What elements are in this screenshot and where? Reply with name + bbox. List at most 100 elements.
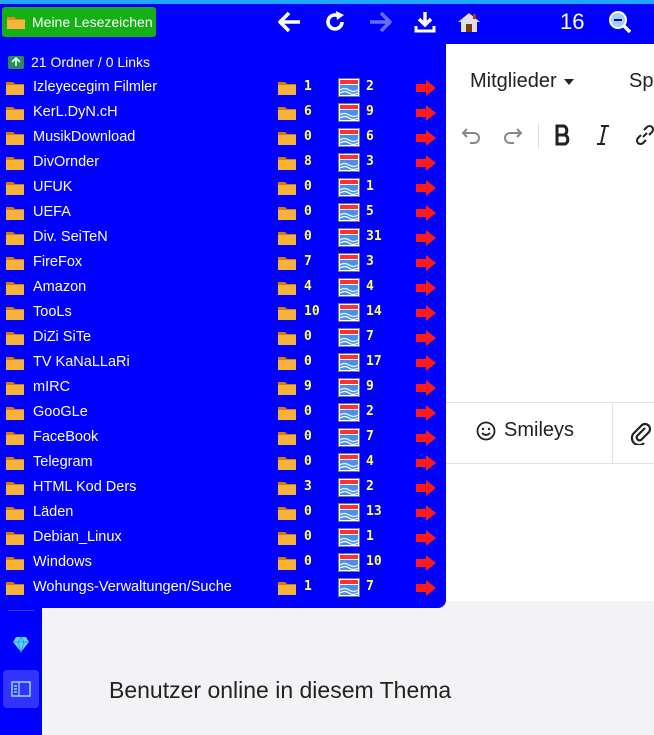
links-icon: [338, 403, 360, 426]
reload-icon[interactable]: [321, 8, 349, 36]
folder-icon: [5, 530, 25, 550]
folder-row[interactable]: Wohungs-Verwaltungen/Suche 1 7: [0, 575, 446, 600]
folder-row[interactable]: UEFA 0 5: [0, 200, 446, 225]
subfolder-icon: [277, 155, 297, 175]
open-arrow-icon[interactable]: [415, 529, 437, 551]
link-count: 14: [366, 304, 382, 319]
back-arrow-icon[interactable]: [276, 8, 304, 36]
open-arrow-icon[interactable]: [415, 454, 437, 476]
members-menu[interactable]: Mitglieder: [470, 70, 575, 93]
folder-row[interactable]: Debian_Linux 0 1: [0, 525, 446, 550]
bookmarks-button[interactable]: Meine Lesezeichen: [2, 7, 156, 37]
open-arrow-icon[interactable]: [415, 304, 437, 326]
links-icon: [338, 203, 360, 226]
sidebar-toggle-icon[interactable]: [3, 670, 39, 708]
link-count: 7: [366, 579, 374, 594]
redo-icon[interactable]: [500, 121, 526, 149]
open-arrow-icon[interactable]: [415, 254, 437, 276]
bold-icon[interactable]: [550, 121, 576, 149]
folder-row[interactable]: HTML Kod Ders 3 2: [0, 475, 446, 500]
folder-icon: [5, 455, 25, 475]
open-arrow-icon[interactable]: [415, 404, 437, 426]
folder-icon: [5, 505, 25, 525]
folder-icon: [5, 180, 25, 200]
links-icon: [338, 228, 360, 251]
home-icon[interactable]: [455, 8, 483, 36]
links-icon: [338, 378, 360, 401]
top-stripe: [0, 0, 654, 4]
links-icon: [338, 503, 360, 526]
folder-row[interactable]: Div. SeiTeN 0 31: [0, 225, 446, 250]
folder-row[interactable]: KerL.DyN.cH 6 9: [0, 100, 446, 125]
toolbar-divider: [538, 124, 539, 148]
folder-row[interactable]: Amazon 4 4: [0, 275, 446, 300]
folder-icon: [5, 555, 25, 575]
open-arrow-icon[interactable]: [415, 129, 437, 151]
smileys-button[interactable]: Smileys: [476, 419, 574, 442]
next-menu-partial[interactable]: Sp: [629, 70, 653, 93]
subfolder-count: 0: [304, 354, 312, 369]
subfolder-count: 3: [304, 479, 312, 494]
smiley-icon: [476, 421, 496, 440]
link-count: 10: [366, 554, 382, 569]
folder-row[interactable]: Telegram 0 4: [0, 450, 446, 475]
folder-row[interactable]: GooGLe 0 2: [0, 400, 446, 425]
gem-icon[interactable]: [3, 626, 39, 662]
open-arrow-icon[interactable]: [415, 204, 437, 226]
open-arrow-icon[interactable]: [415, 229, 437, 251]
zoom-icon[interactable]: [606, 8, 634, 36]
folder-row[interactable]: MusikDownload 0 6: [0, 125, 446, 150]
open-arrow-icon[interactable]: [415, 429, 437, 451]
folder-row[interactable]: UFUK 0 1: [0, 175, 446, 200]
open-arrow-icon[interactable]: [415, 479, 437, 501]
open-arrow-icon[interactable]: [415, 279, 437, 301]
undo-icon[interactable]: [458, 121, 484, 149]
folder-name: TV KaNaLLaRi: [33, 354, 130, 370]
subfolder-icon: [277, 280, 297, 300]
folder-row[interactable]: DivOrnder 8 3: [0, 150, 446, 175]
open-arrow-icon[interactable]: [415, 104, 437, 126]
folder-row[interactable]: Läden 0 13: [0, 500, 446, 525]
attach-icon[interactable]: [630, 421, 652, 449]
subfolder-icon: [277, 330, 297, 350]
open-arrow-icon[interactable]: [415, 354, 437, 376]
open-arrow-icon[interactable]: [415, 79, 437, 101]
open-arrow-icon[interactable]: [415, 154, 437, 176]
folder-icon: [5, 255, 25, 275]
subfolder-count: 0: [304, 329, 312, 344]
folder-icon: [5, 355, 25, 375]
folder-row[interactable]: FaceBook 0 7: [0, 425, 446, 450]
folder-row[interactable]: FireFox 7 3: [0, 250, 446, 275]
italic-icon[interactable]: [590, 121, 616, 149]
folder-row[interactable]: mIRC 9 9: [0, 375, 446, 400]
open-arrow-icon[interactable]: [415, 379, 437, 401]
open-arrow-icon[interactable]: [415, 179, 437, 201]
subfolder-count: 7: [304, 254, 312, 269]
forward-arrow-icon[interactable]: [366, 8, 394, 36]
links-icon: [338, 578, 360, 601]
subfolder-count: 8: [304, 154, 312, 169]
folder-icon: [5, 405, 25, 425]
folder-row[interactable]: DiZi SiTe 0 7: [0, 325, 446, 350]
links-icon: [338, 78, 360, 101]
bookmarks-button-label: Meine Lesezeichen: [32, 14, 153, 30]
folder-row[interactable]: Windows 0 10: [0, 550, 446, 575]
open-arrow-icon[interactable]: [415, 579, 437, 601]
subfolder-count: 9: [304, 379, 312, 394]
folder-icon: [5, 330, 25, 350]
folder-name: GooGLe: [33, 404, 88, 420]
link-icon[interactable]: [634, 121, 654, 149]
subfolder-count: 0: [304, 554, 312, 569]
subfolder-icon: [277, 355, 297, 375]
links-icon: [338, 253, 360, 276]
folder-row[interactable]: TV KaNaLLaRi 0 17: [0, 350, 446, 375]
open-arrow-icon[interactable]: [415, 504, 437, 526]
folder-row[interactable]: Izleyecegim Filmler 1 2: [0, 75, 446, 100]
download-icon[interactable]: [411, 8, 439, 36]
subfolder-icon: [277, 455, 297, 475]
subfolder-icon: [277, 305, 297, 325]
folder-row[interactable]: TooLs 10 14: [0, 300, 446, 325]
open-arrow-icon[interactable]: [415, 329, 437, 351]
open-arrow-icon[interactable]: [415, 554, 437, 576]
folder-name: Debian_Linux: [33, 529, 122, 545]
